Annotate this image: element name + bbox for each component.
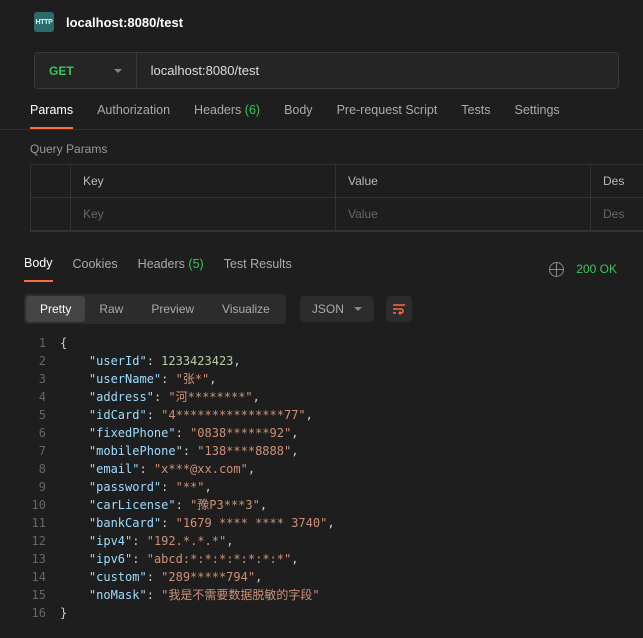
view-visualize[interactable]: Visualize — [208, 296, 284, 322]
status-code: 200 OK — [576, 262, 617, 276]
tab-authorization[interactable]: Authorization — [97, 103, 170, 129]
rtab-headers-label: Headers — [138, 257, 185, 271]
table-row — [31, 198, 643, 231]
format-label: JSON — [312, 302, 344, 316]
tab-headers-count: (6) — [245, 103, 260, 117]
tab-headers[interactable]: Headers (6) — [194, 103, 260, 129]
tab-body[interactable]: Body — [284, 103, 313, 129]
response-body[interactable]: 1{2 "userId": 1233423423,3 "userName": "… — [0, 334, 643, 622]
checkbox-header — [31, 165, 71, 197]
value-input[interactable] — [348, 207, 578, 221]
key-input[interactable] — [83, 207, 323, 221]
query-params-title: Query Params — [0, 130, 643, 164]
format-select[interactable]: JSON — [300, 296, 374, 322]
response-tabs: Body Cookies Headers (5) Test Results 20… — [0, 232, 643, 282]
rtab-headers-count: (5) — [188, 257, 203, 271]
url-input[interactable] — [137, 53, 618, 88]
rtab-headers[interactable]: Headers (5) — [138, 257, 204, 281]
view-controls: Pretty Raw Preview Visualize JSON — [0, 282, 643, 334]
tab-headers-label: Headers — [194, 103, 241, 117]
method-label: GET — [49, 64, 74, 78]
http-icon: HTTP — [34, 12, 54, 32]
globe-icon[interactable] — [549, 262, 564, 277]
tab-prerequest[interactable]: Pre-request Script — [337, 103, 438, 129]
table-header: Key Value Des — [31, 165, 643, 198]
chevron-down-icon — [114, 69, 122, 73]
value-header: Value — [336, 165, 591, 197]
row-checkbox[interactable] — [31, 198, 71, 230]
rtab-test-results[interactable]: Test Results — [224, 257, 292, 281]
desc-header: Des — [591, 165, 643, 197]
tab-params[interactable]: Params — [30, 103, 73, 129]
view-pretty[interactable]: Pretty — [26, 296, 85, 322]
request-tabs: Params Authorization Headers (6) Body Pr… — [0, 89, 643, 130]
view-mode-group: Pretty Raw Preview Visualize — [24, 294, 286, 324]
tab-tests[interactable]: Tests — [461, 103, 490, 129]
chevron-down-icon — [354, 307, 362, 311]
query-params-table: Key Value Des — [30, 164, 643, 232]
wrap-button[interactable] — [386, 296, 412, 322]
view-raw[interactable]: Raw — [85, 296, 137, 322]
rtab-cookies[interactable]: Cookies — [73, 257, 118, 281]
key-header: Key — [71, 165, 336, 197]
request-tab-title[interactable]: localhost:8080/test — [66, 15, 183, 30]
rtab-body[interactable]: Body — [24, 256, 53, 282]
desc-input[interactable] — [603, 207, 631, 221]
view-preview[interactable]: Preview — [137, 296, 208, 322]
method-select[interactable]: GET — [35, 53, 137, 88]
tab-settings[interactable]: Settings — [514, 103, 559, 129]
request-row: GET — [34, 52, 619, 89]
